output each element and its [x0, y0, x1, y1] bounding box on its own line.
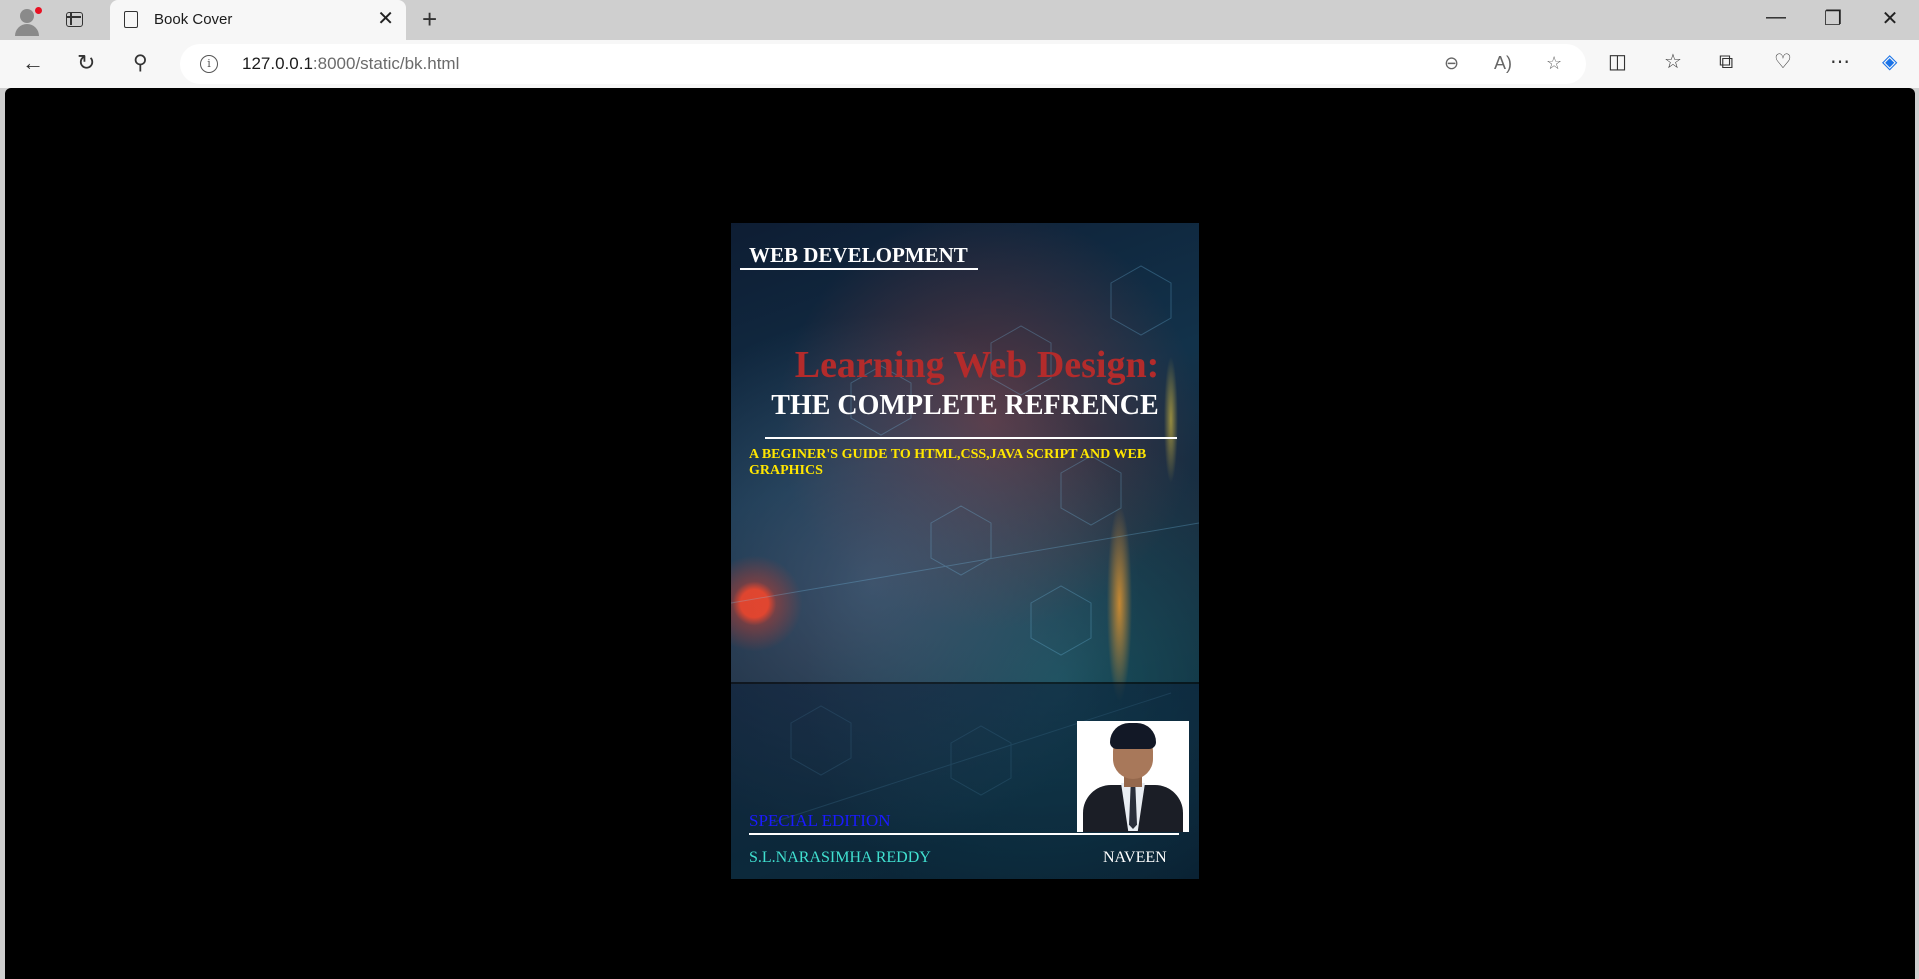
- address-bar[interactable]: i 127.0.0.1:8000/static/bk.html ⊖ A) ☆: [180, 44, 1586, 84]
- footer-rule: [749, 833, 1179, 835]
- book-subtitle: THE COMPLETE REFRENCE: [771, 390, 1159, 421]
- tab-book-cover[interactable]: Book Cover ✕: [110, 0, 406, 40]
- close-icon[interactable]: ✕: [377, 8, 394, 30]
- read-aloud-icon[interactable]: A): [1494, 53, 1512, 74]
- tab-title: Book Cover: [154, 11, 233, 28]
- series-label: WEB DEVELOPMENT: [749, 243, 968, 267]
- title-rule: [765, 437, 1177, 439]
- profile-avatar-icon[interactable]: [12, 6, 42, 36]
- copilot-icon[interactable]: ◈: [1882, 49, 1897, 75]
- tab-actions-icon[interactable]: [66, 12, 83, 27]
- browser-toolbar: ← ↻ ⚲ i 127.0.0.1:8000/static/bk.html ⊖ …: [0, 40, 1919, 88]
- browser-essentials-icon[interactable]: ♡: [1774, 49, 1792, 75]
- book-cover: WEB DEVELOPMENT Learning Web Design: THE…: [731, 223, 1199, 879]
- book-tagline: A BEGINER'S GUIDE TO HTML,CSS,JAVA SCRIP…: [749, 447, 1147, 478]
- author-left: S.L.NARASIMHA REDDY: [749, 849, 931, 866]
- page-icon: [124, 11, 138, 28]
- book-title: Learning Web Design:: [794, 344, 1160, 386]
- restore-icon[interactable]: ❐: [1813, 6, 1853, 31]
- minimize-icon[interactable]: —: [1756, 6, 1796, 29]
- refresh-icon[interactable]: ↻: [77, 50, 95, 76]
- favorites-icon[interactable]: ☆: [1664, 49, 1682, 75]
- more-icon[interactable]: ⋯: [1830, 49, 1850, 75]
- back-icon[interactable]: ←: [22, 50, 44, 76]
- author-photo: [1077, 721, 1189, 832]
- collections-icon[interactable]: ⧉: [1719, 49, 1733, 75]
- search-icon[interactable]: ⚲: [133, 50, 148, 76]
- series-underline: [740, 268, 978, 270]
- author-right: NAVEEN: [1103, 849, 1167, 866]
- favorite-star-icon[interactable]: ☆: [1546, 53, 1562, 74]
- edition-label: SPECIAL EDITION: [749, 811, 891, 830]
- page-viewport: WEB DEVELOPMENT Learning Web Design: THE…: [5, 88, 1915, 979]
- new-tab-icon[interactable]: +: [422, 5, 437, 33]
- zoom-out-icon[interactable]: ⊖: [1444, 53, 1459, 74]
- tab-bar: Book Cover ✕ + — ❐ ✕: [0, 0, 1919, 40]
- split-screen-icon[interactable]: ◫: [1608, 49, 1627, 75]
- url-text[interactable]: 127.0.0.1:8000/static/bk.html: [242, 54, 459, 74]
- window-close-icon[interactable]: ✕: [1870, 6, 1910, 31]
- site-info-icon[interactable]: i: [200, 55, 218, 73]
